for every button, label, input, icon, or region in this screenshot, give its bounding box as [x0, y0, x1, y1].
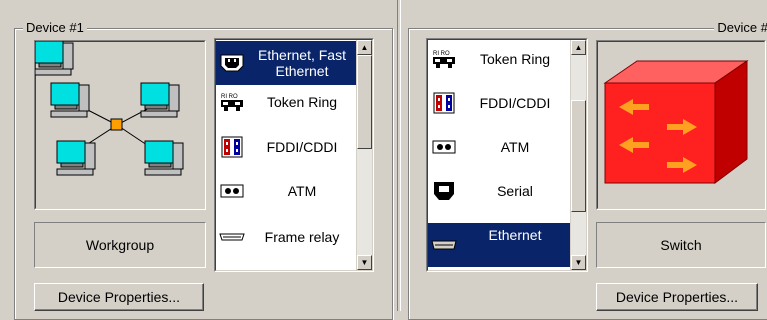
- scroll-thumb[interactable]: [357, 55, 372, 149]
- token-ring-icon: RI RO: [216, 89, 248, 115]
- device2-panel: Device # RI RO Token Ring FDDI/CDDI ATM: [402, 0, 767, 320]
- list-item[interactable]: RI RO Token Ring: [216, 87, 356, 117]
- token-ring-icon-label: RI RO: [433, 51, 450, 57]
- list-item[interactable]: Ethernet: [428, 223, 570, 267]
- device1-title: Device #1: [23, 20, 87, 36]
- fddi-icon: [428, 90, 460, 116]
- fddi-icon: [216, 134, 248, 160]
- switch-icon: [603, 60, 749, 184]
- device1-type-text: Workgroup: [85, 237, 155, 253]
- list-item[interactable]: RI RO Token Ring: [428, 41, 570, 77]
- list-item[interactable]: Frame relay: [216, 219, 356, 255]
- device1-type-label: Workgroup: [34, 222, 206, 268]
- device1-list-scrollbar[interactable]: ▲ ▼: [356, 40, 372, 270]
- device2-list-scrollbar[interactable]: ▲ ▼: [570, 40, 586, 270]
- device2-title: Device #: [714, 20, 767, 36]
- device2-type-label: Switch: [596, 222, 766, 268]
- frame-relay-icon: [216, 224, 248, 250]
- atm-icon: [216, 178, 248, 204]
- serial-port-icon: [428, 178, 460, 204]
- ethernet-port-icon: [216, 50, 248, 76]
- ethernet-port-icon: [428, 232, 460, 258]
- token-ring-icon-label: RI RO: [221, 94, 238, 100]
- list-item[interactable]: FDDI/CDDI: [428, 85, 570, 121]
- device2-properties-button[interactable]: Device Properties...: [596, 283, 758, 311]
- scroll-up-icon[interactable]: ▲: [357, 40, 372, 55]
- device1-properties-button[interactable]: Device Properties...: [34, 283, 204, 311]
- device1-interface-list[interactable]: Ethernet, Fast Ethernet RI RO Token Ring…: [214, 38, 374, 272]
- device2-type-text: Switch: [660, 237, 702, 253]
- token-ring-icon: RI RO: [428, 46, 460, 72]
- device1-panel: Device #1 Workgroup Device Properties...…: [0, 0, 393, 320]
- workgroup-network-icon: [35, 41, 184, 176]
- list-item[interactable]: FDDI/CDDI: [216, 129, 356, 165]
- device2-interface-list[interactable]: RI RO Token Ring FDDI/CDDI ATM Serial Et…: [426, 38, 588, 272]
- panel-divider: [397, 0, 401, 311]
- atm-icon: [428, 134, 460, 160]
- device1-image-frame: [34, 40, 206, 210]
- list-item[interactable]: Serial: [428, 173, 570, 209]
- scroll-thumb[interactable]: [571, 100, 586, 212]
- device2-image-frame: [596, 40, 766, 210]
- list-item[interactable]: ATM: [428, 129, 570, 165]
- list-item[interactable]: Ethernet, Fast Ethernet: [216, 41, 356, 85]
- list-item[interactable]: ATM: [216, 173, 356, 209]
- scroll-up-icon[interactable]: ▲: [571, 40, 586, 55]
- scroll-down-icon[interactable]: ▼: [357, 255, 372, 270]
- scroll-down-icon[interactable]: ▼: [571, 255, 586, 270]
